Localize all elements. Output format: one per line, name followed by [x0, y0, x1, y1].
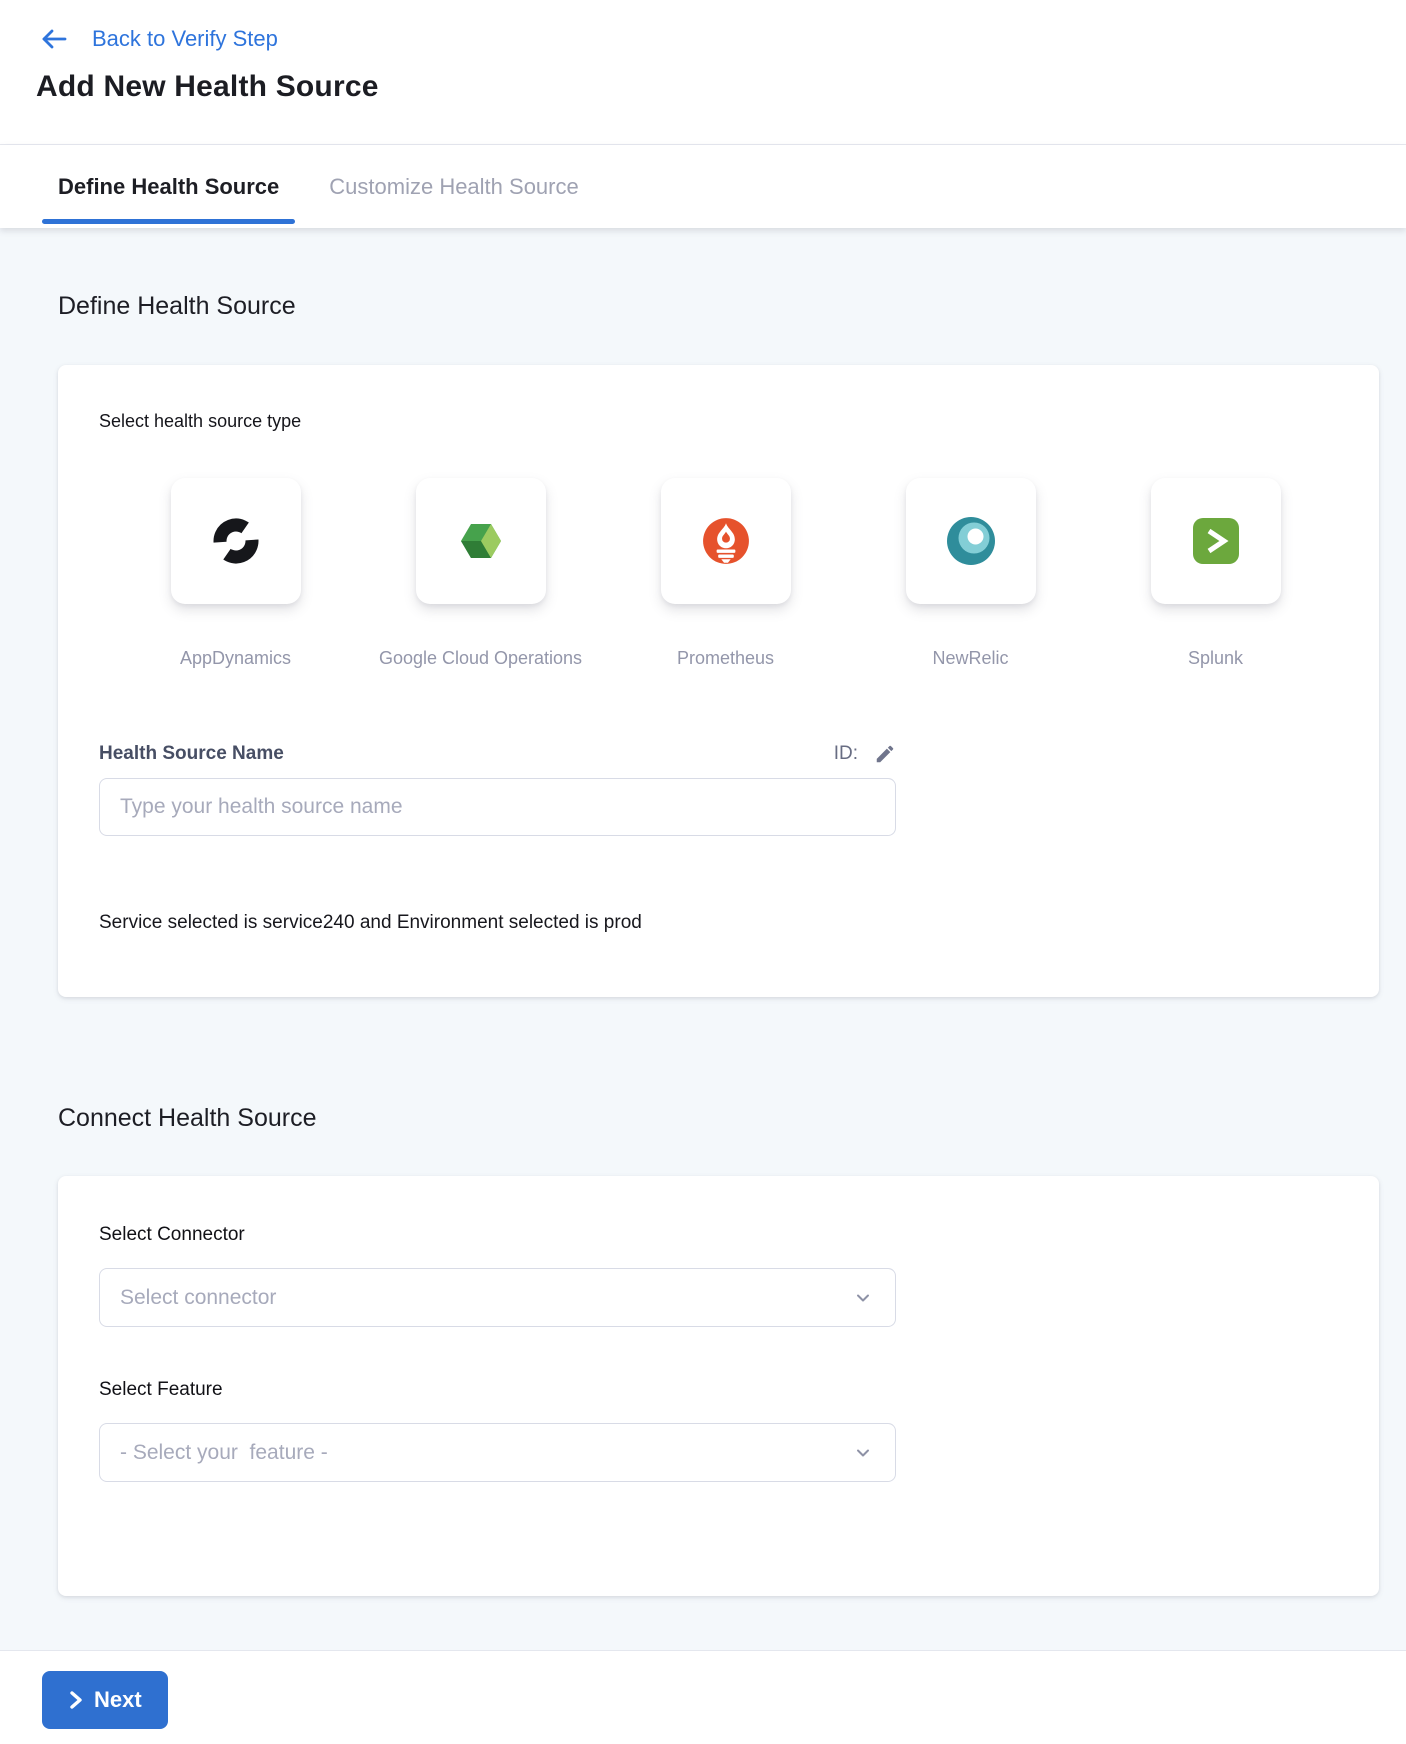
- appdynamics-icon: [212, 517, 260, 565]
- select-connector-label: Select Connector: [99, 1224, 1338, 1246]
- google-cloud-operations-label: Google Cloud Operations: [379, 648, 582, 669]
- health-source-name-row: Health Source Name ID:: [99, 743, 896, 765]
- prometheus-label: Prometheus: [677, 648, 774, 669]
- define-section-heading: Define Health Source: [58, 292, 1406, 321]
- page-title: Add New Health Source: [36, 70, 1406, 104]
- google-cloud-operations-icon: [457, 520, 505, 562]
- next-button[interactable]: Next: [42, 1671, 168, 1729]
- feature-select[interactable]: - Select your feature -: [99, 1423, 896, 1482]
- appdynamics-label: AppDynamics: [180, 648, 291, 669]
- connector-select[interactable]: Select connector: [99, 1268, 896, 1327]
- connector-select-placeholder: Select connector: [100, 1269, 895, 1326]
- splunk-tile[interactable]: [1151, 478, 1281, 604]
- edit-id-button[interactable]: [874, 743, 896, 765]
- next-button-label: Next: [94, 1687, 142, 1713]
- page-header: Back to Verify Step Add New Health Sourc…: [0, 0, 1406, 145]
- health-source-type-grid: AppDynamics Google Cloud Operations: [113, 478, 1338, 669]
- connect-health-source-card: Select Connector Select connector Select…: [58, 1176, 1379, 1596]
- prometheus-icon: [701, 516, 751, 566]
- source-option-google-cloud-operations: Google Cloud Operations: [358, 478, 603, 669]
- splunk-label: Splunk: [1188, 648, 1243, 669]
- footer-bar: Next: [0, 1650, 1406, 1744]
- main-content: Define Health Source Select health sourc…: [0, 228, 1406, 1650]
- back-link-label[interactable]: Back to Verify Step: [92, 26, 278, 52]
- tab-customize-health-source[interactable]: Customize Health Source: [313, 145, 594, 228]
- appdynamics-tile[interactable]: [171, 478, 301, 604]
- tab-bar: Define Health Source Customize Health So…: [0, 145, 1406, 228]
- source-option-prometheus: Prometheus: [603, 478, 848, 669]
- health-source-name-input[interactable]: [99, 778, 896, 836]
- back-link[interactable]: Back to Verify Step: [36, 26, 1406, 52]
- chevron-down-icon: [853, 1288, 873, 1308]
- source-option-appdynamics: AppDynamics: [113, 478, 358, 669]
- feature-select-placeholder: - Select your feature -: [100, 1424, 895, 1481]
- prometheus-tile[interactable]: [661, 478, 791, 604]
- id-group: ID:: [834, 743, 896, 765]
- select-feature-label: Select Feature: [99, 1379, 1338, 1401]
- newrelic-label: NewRelic: [932, 648, 1008, 669]
- id-label: ID:: [834, 743, 858, 765]
- connect-section-heading: Connect Health Source: [58, 1104, 1406, 1133]
- source-option-newrelic: NewRelic: [848, 478, 1093, 669]
- newrelic-icon: [945, 515, 997, 567]
- select-type-label: Select health source type: [99, 411, 1338, 432]
- chevron-down-icon: [853, 1443, 873, 1463]
- newrelic-tile[interactable]: [906, 478, 1036, 604]
- google-cloud-operations-tile[interactable]: [416, 478, 546, 604]
- pencil-icon: [874, 743, 896, 765]
- chevron-right-icon: [68, 1691, 84, 1709]
- source-option-splunk: Splunk: [1093, 478, 1338, 669]
- health-source-name-label: Health Source Name: [99, 743, 284, 765]
- tab-define-health-source[interactable]: Define Health Source: [42, 145, 295, 228]
- service-environment-note: Service selected is service240 and Envir…: [99, 912, 1338, 934]
- arrow-left-icon: [40, 27, 68, 51]
- define-health-source-card: Select health source type AppDynamics: [58, 365, 1379, 997]
- splunk-icon: [1192, 517, 1240, 565]
